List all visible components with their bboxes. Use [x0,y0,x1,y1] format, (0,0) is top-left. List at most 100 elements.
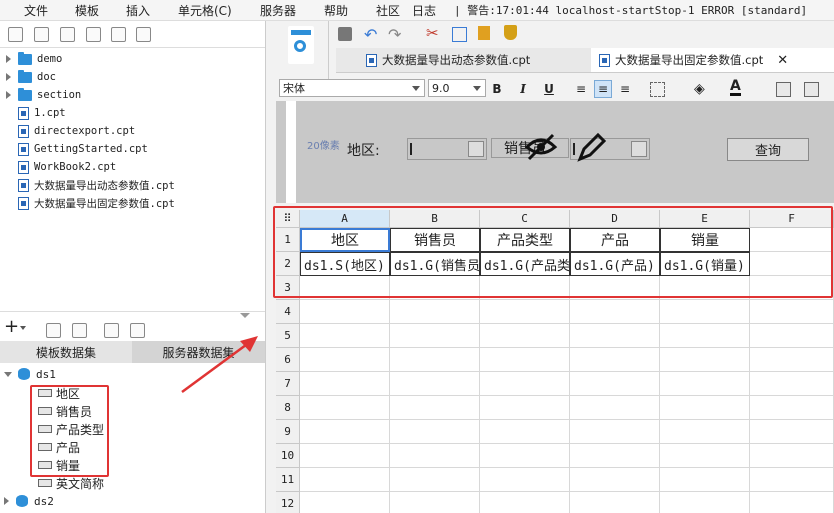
grid-cell[interactable] [660,348,750,372]
grid-cell[interactable] [750,444,834,468]
field-region[interactable]: 地区 [38,384,80,402]
grid-cell[interactable] [570,372,660,396]
grid-cell[interactable] [570,276,660,300]
split-icon[interactable] [804,82,819,97]
grid-cell[interactable] [480,372,570,396]
grid-cell[interactable] [660,492,750,513]
dataset-ds2[interactable]: ds2 [4,492,54,510]
row-header[interactable]: 9 [276,420,300,444]
collapse-icon[interactable] [240,313,250,318]
region-combo[interactable] [407,138,487,160]
delete-icon[interactable] [72,323,87,338]
grid-cell[interactable] [750,372,834,396]
row-header[interactable]: 10 [276,444,300,468]
grid-cell[interactable] [660,276,750,300]
grid-cell[interactable] [390,492,480,513]
grid-cell[interactable] [300,348,390,372]
hidden-eye-icon[interactable] [524,131,558,161]
grid-cell[interactable] [750,300,834,324]
tree-file-gettingstarted[interactable]: GettingStarted.cpt [18,140,148,158]
grid-cell[interactable] [750,348,834,372]
row-header[interactable]: 5 [276,324,300,348]
row-header[interactable]: 1 [276,228,300,252]
menu-log[interactable]: 日志 [412,2,436,19]
grid-cell[interactable] [750,468,834,492]
pencil-icon[interactable] [576,131,606,163]
row-header[interactable]: 7 [276,372,300,396]
grid-cell[interactable] [480,492,570,513]
settings-icon[interactable] [86,27,101,42]
menu-community[interactable]: 社区 [376,2,400,19]
new-folder-icon[interactable] [8,27,23,42]
format-painter-icon[interactable] [504,25,517,40]
paste-icon[interactable] [478,26,490,40]
grid-cell[interactable] [300,372,390,396]
grid-cell[interactable] [480,348,570,372]
grid-cell[interactable] [300,300,390,324]
grid-cell[interactable] [660,396,750,420]
copy-icon[interactable] [452,27,467,42]
dropdown-icon[interactable] [631,141,647,157]
splitter[interactable] [0,311,265,312]
row-header[interactable]: 12 [276,492,300,513]
grid-cell[interactable] [660,324,750,348]
font-color-icon[interactable]: A [730,79,741,96]
tree-file-1[interactable]: 1.cpt [18,104,66,122]
document-icon[interactable] [288,26,314,64]
grid-cell[interactable] [750,252,834,276]
refresh-icon[interactable] [34,27,49,42]
align-center-icon[interactable]: ≡ [594,80,612,98]
fill-color-icon[interactable]: ◈ [694,81,705,97]
menu-template[interactable]: 模板 [75,2,99,19]
data-cell[interactable]: ds1.G(销售员) [390,252,480,276]
copy-icon[interactable] [136,27,151,42]
tab-fixed-param[interactable]: 大数据量导出固定参数值.cpt ✕ [591,48,834,72]
grid-cell[interactable] [480,420,570,444]
grid-cell[interactable] [390,348,480,372]
header-cell[interactable]: 地区 [300,228,390,252]
grid-corner[interactable]: ⠿ [276,210,300,228]
grid-cell[interactable] [300,468,390,492]
tree-folder-section[interactable]: section [6,86,81,104]
grid-cell[interactable] [570,396,660,420]
grid-cell[interactable] [390,468,480,492]
column-header[interactable]: B [390,210,480,228]
tree-file-dynamic[interactable]: 大数据量导出动态参数值.cpt [18,176,175,194]
tree-file-directexport[interactable]: directexport.cpt [18,122,135,140]
add-dataset-button[interactable]: + [4,318,19,336]
cut-icon[interactable]: ✂ [426,24,439,42]
grid-cell[interactable] [570,348,660,372]
column-header[interactable]: F [750,210,834,228]
view-icon[interactable] [60,27,75,42]
tree-file-fixed[interactable]: 大数据量导出固定参数值.cpt [18,194,175,212]
edit-icon[interactable] [46,323,61,338]
data-cell[interactable]: ds1.G(产品) [570,252,660,276]
field-sales[interactable]: 销量 [38,456,80,474]
grid-cell[interactable] [750,420,834,444]
data-cell[interactable]: ds1.G(产品类型) [480,252,570,276]
grid-cell[interactable] [750,228,834,252]
field-english-abbr[interactable]: 英文简称 [38,474,104,492]
grid-cell[interactable] [660,444,750,468]
grid-cell[interactable] [390,300,480,324]
grid-cell[interactable] [300,492,390,513]
dataset-ds1[interactable]: ds1 [4,365,56,383]
menu-insert[interactable]: 插入 [126,2,150,19]
grid-cell[interactable] [570,468,660,492]
grid-cell[interactable] [750,396,834,420]
field-product-type[interactable]: 产品类型 [38,420,104,438]
grid-cell[interactable] [300,444,390,468]
grid-cell[interactable] [750,276,834,300]
header-cell[interactable]: 销量 [660,228,750,252]
grid-cell[interactable] [750,492,834,513]
grid-cell[interactable] [480,444,570,468]
grid-cell[interactable] [480,276,570,300]
header-cell[interactable]: 产品类型 [480,228,570,252]
grid-cell[interactable] [300,420,390,444]
data-cell[interactable]: ds1.S(地区) [300,252,390,276]
column-header[interactable]: E [660,210,750,228]
preview-icon[interactable] [104,323,119,338]
table-settings-icon[interactable] [130,323,145,338]
grid-cell[interactable] [660,420,750,444]
data-cell[interactable]: ds1.G(销量) [660,252,750,276]
